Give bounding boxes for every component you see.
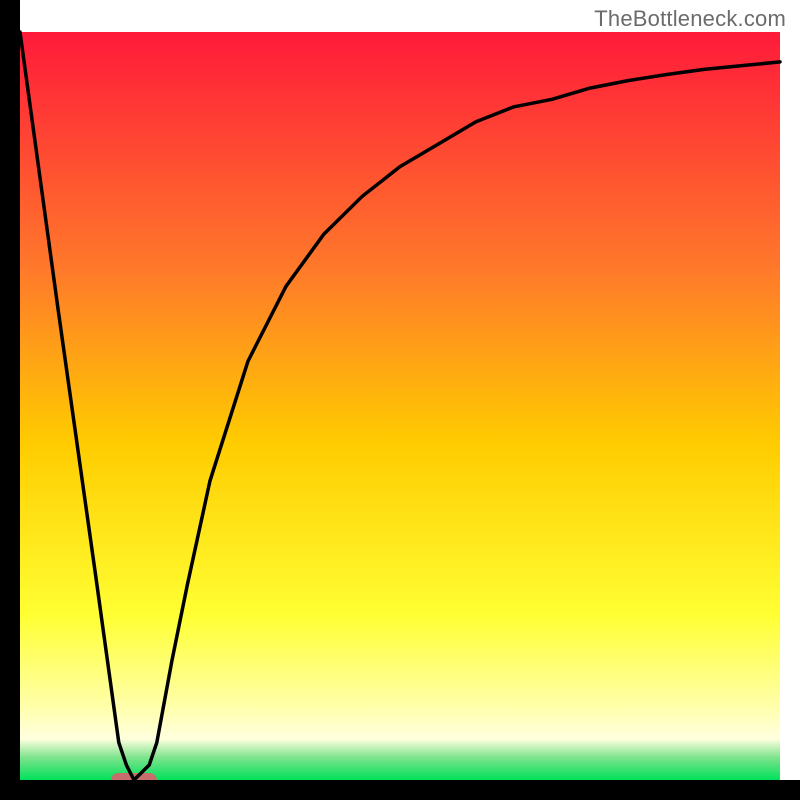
watermark-text: TheBottleneck.com [594, 6, 786, 32]
y-axis [0, 0, 20, 800]
bottleneck-chart [0, 0, 800, 800]
x-axis [0, 780, 800, 800]
plot-background [20, 32, 780, 780]
